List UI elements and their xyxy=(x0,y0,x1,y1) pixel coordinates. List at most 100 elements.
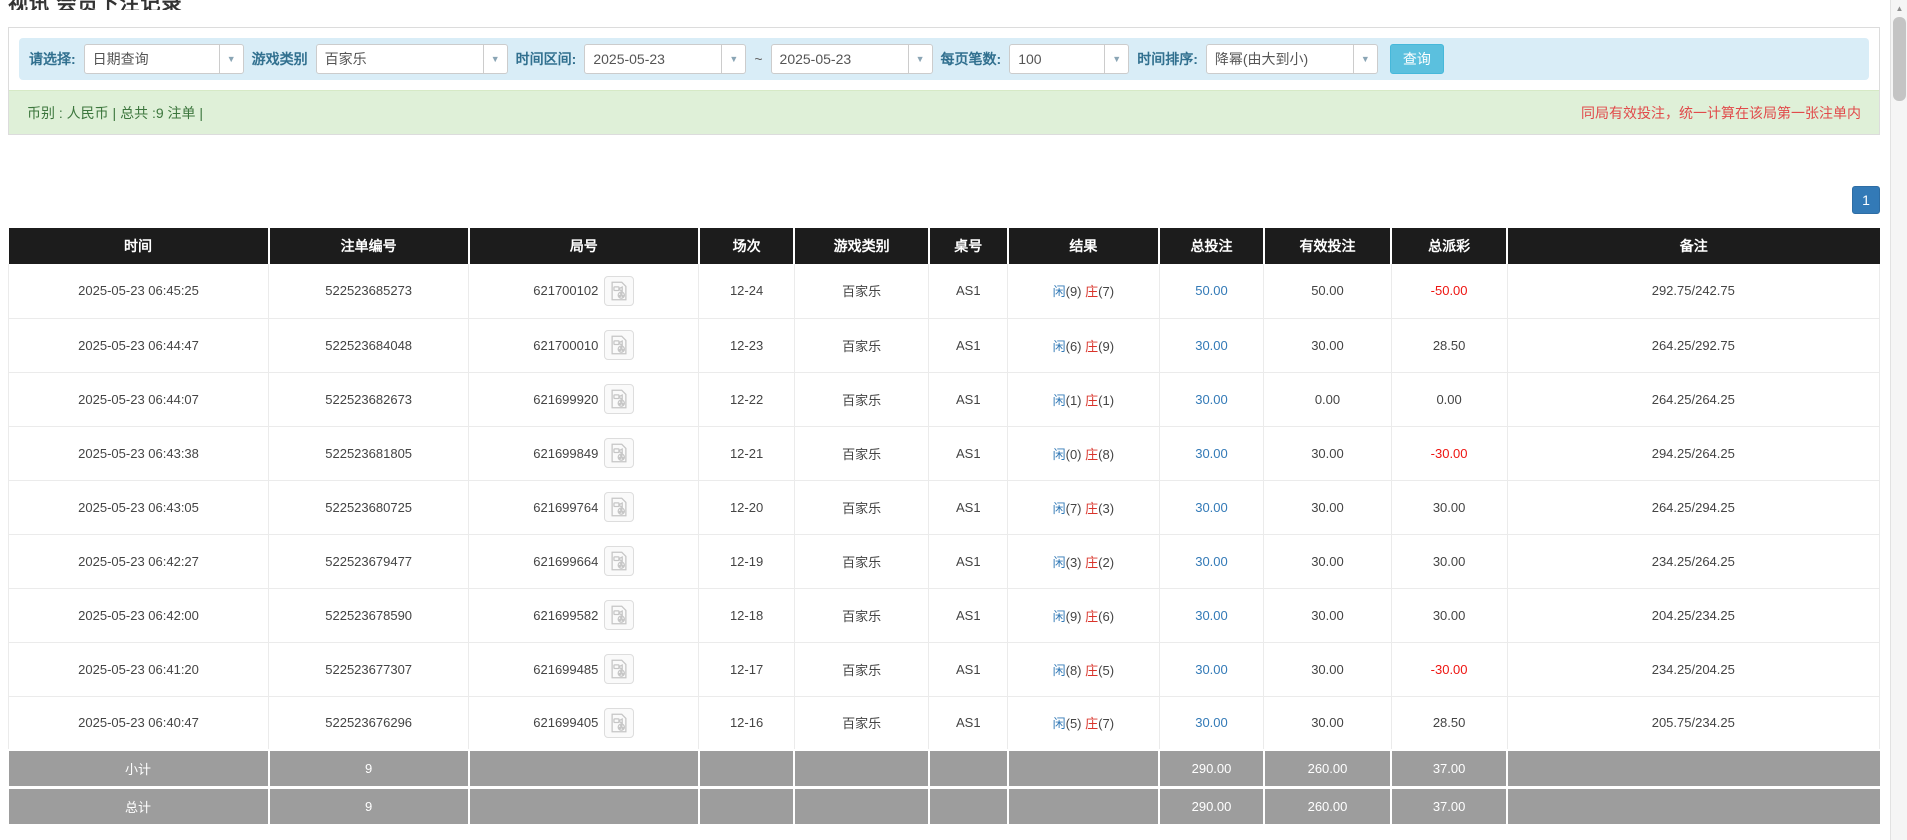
cell-order-id: 522523679477 xyxy=(269,534,469,588)
filter-bar: 请选择: 日期查询 ▼ 游戏类别 百家乐 ▼ 时间区间: 2025-05-23 … xyxy=(19,38,1869,80)
cell-time: 2025-05-23 06:41:20 xyxy=(9,642,269,696)
cell-time: 2025-05-23 06:43:05 xyxy=(9,480,269,534)
column-header: 有效投注 xyxy=(1264,228,1391,264)
cell-game-type: 百家乐 xyxy=(794,480,929,534)
sort-select[interactable]: 降幂(由大到小) ▼ xyxy=(1206,44,1378,74)
cell-round-id: 621699764 xyxy=(469,480,699,534)
video-record-icon[interactable] xyxy=(604,708,634,738)
subtotal-row: 小计 9 290.00 260.00 37.00 xyxy=(9,750,1880,787)
per-page-value: 100 xyxy=(1010,51,1104,67)
sort-label: 时间排序: xyxy=(1137,49,1198,69)
cell-order-id: 522523677307 xyxy=(269,642,469,696)
cell-valid-bet: 30.00 xyxy=(1264,588,1391,642)
cell-session: 12-21 xyxy=(699,426,794,480)
total-label: 总计 xyxy=(9,787,269,824)
pagination: 1 xyxy=(8,186,1880,214)
video-record-icon[interactable] xyxy=(604,546,634,576)
cell-result: 闲(8) 庄(5) xyxy=(1008,642,1160,696)
cell-time: 2025-05-23 06:44:07 xyxy=(9,372,269,426)
cell-game-type: 百家乐 xyxy=(794,588,929,642)
result-player-label: 闲 xyxy=(1053,663,1066,678)
result-player-label: 闲 xyxy=(1053,447,1066,462)
chevron-down-icon[interactable]: ▼ xyxy=(219,45,243,73)
round-id-text: 621699849 xyxy=(533,446,598,461)
scrollbar-thumb[interactable] xyxy=(1893,17,1906,101)
query-button[interactable]: 查询 xyxy=(1390,44,1444,74)
total-bet-link[interactable]: 30.00 xyxy=(1195,392,1228,407)
table-body: 2025-05-23 06:45:25 522523685273 6217001… xyxy=(9,264,1880,750)
chevron-down-icon[interactable]: ▼ xyxy=(1104,45,1128,73)
video-record-icon[interactable] xyxy=(604,654,634,684)
cell-table-no: AS1 xyxy=(929,588,1008,642)
chevron-down-icon[interactable]: ▼ xyxy=(1353,45,1377,73)
game-type-value: 百家乐 xyxy=(317,49,483,69)
bet-records-table: 时间注单编号局号场次游戏类别桌号结果总投注有效投注总派彩备注 2025-05-2… xyxy=(8,228,1880,824)
game-type-select[interactable]: 百家乐 ▼ xyxy=(316,44,508,74)
video-record-icon[interactable] xyxy=(604,438,634,468)
result-banker-score: (5) xyxy=(1098,663,1114,678)
scroll-up-arrow-icon[interactable]: ▲ xyxy=(1891,0,1907,16)
cell-remark: 264.25/294.25 xyxy=(1507,480,1879,534)
column-header: 场次 xyxy=(699,228,794,264)
vertical-scrollbar[interactable]: ▲ xyxy=(1890,0,1907,840)
cell-table-no: AS1 xyxy=(929,318,1008,372)
video-record-icon[interactable] xyxy=(604,330,634,360)
result-banker-label: 庄 xyxy=(1085,339,1098,354)
per-page-select[interactable]: 100 ▼ xyxy=(1009,44,1129,74)
date-to-select[interactable]: 2025-05-23 ▼ xyxy=(771,44,933,74)
total-bet-link[interactable]: 30.00 xyxy=(1195,338,1228,353)
video-record-icon[interactable] xyxy=(604,492,634,522)
result-player-label: 闲 xyxy=(1053,716,1066,731)
round-id-text: 621699582 xyxy=(533,608,598,623)
cell-table-no: AS1 xyxy=(929,696,1008,750)
cell-session: 12-18 xyxy=(699,588,794,642)
page-button-1[interactable]: 1 xyxy=(1852,186,1880,214)
cell-valid-bet: 30.00 xyxy=(1264,696,1391,750)
total-bet-link[interactable]: 30.00 xyxy=(1195,554,1228,569)
cell-game-type: 百家乐 xyxy=(794,372,929,426)
cell-valid-bet: 30.00 xyxy=(1264,426,1391,480)
result-banker-score: (8) xyxy=(1098,447,1114,462)
cell-round-id: 621700010 xyxy=(469,318,699,372)
total-bet-link[interactable]: 30.00 xyxy=(1195,500,1228,515)
cell-payout: -30.00 xyxy=(1391,642,1507,696)
video-record-icon[interactable] xyxy=(604,600,634,630)
result-player-score: (9) xyxy=(1066,609,1082,624)
cell-result: 闲(3) 庄(2) xyxy=(1008,534,1160,588)
chevron-down-icon[interactable]: ▼ xyxy=(908,45,932,73)
cell-time: 2025-05-23 06:45:25 xyxy=(9,264,269,318)
round-id-text: 621699920 xyxy=(533,392,598,407)
cell-game-type: 百家乐 xyxy=(794,318,929,372)
cell-order-id: 522523678590 xyxy=(269,588,469,642)
column-header: 总投注 xyxy=(1159,228,1264,264)
total-bet-link[interactable]: 30.00 xyxy=(1195,608,1228,623)
page-title-clipped: 视讯 会员下注记录 xyxy=(8,0,1907,10)
round-id-text: 621700102 xyxy=(533,283,598,298)
total-bet-link[interactable]: 30.00 xyxy=(1195,715,1228,730)
result-player-score: (3) xyxy=(1066,555,1082,570)
date-from-select[interactable]: 2025-05-23 ▼ xyxy=(584,44,746,74)
total-bet-link[interactable]: 30.00 xyxy=(1195,446,1228,461)
table-row: 2025-05-23 06:40:47 522523676296 6216994… xyxy=(9,696,1880,750)
query-type-select[interactable]: 日期查询 ▼ xyxy=(84,44,244,74)
result-banker-label: 庄 xyxy=(1085,501,1098,516)
result-banker-score: (2) xyxy=(1098,555,1114,570)
result-player-score: (9) xyxy=(1066,284,1082,299)
date-range-tilde: ~ xyxy=(754,51,762,67)
chevron-down-icon[interactable]: ▼ xyxy=(483,45,507,73)
column-header: 注单编号 xyxy=(269,228,469,264)
cell-result: 闲(7) 庄(3) xyxy=(1008,480,1160,534)
video-record-icon[interactable] xyxy=(604,384,634,414)
cell-remark: 204.25/234.25 xyxy=(1507,588,1879,642)
video-record-icon[interactable] xyxy=(604,276,634,306)
total-bet-link[interactable]: 30.00 xyxy=(1195,662,1228,677)
cell-result: 闲(9) 庄(7) xyxy=(1008,264,1160,318)
cell-remark: 264.25/264.25 xyxy=(1507,372,1879,426)
currency-total-text: 币别 : 人民币 | 总共 :9 注单 | xyxy=(27,103,203,123)
cell-valid-bet: 30.00 xyxy=(1264,318,1391,372)
cell-remark: 294.25/264.25 xyxy=(1507,426,1879,480)
total-bet-link[interactable]: 50.00 xyxy=(1195,283,1228,298)
round-id-text: 621699664 xyxy=(533,554,598,569)
cell-payout: 28.50 xyxy=(1391,318,1507,372)
chevron-down-icon[interactable]: ▼ xyxy=(721,45,745,73)
